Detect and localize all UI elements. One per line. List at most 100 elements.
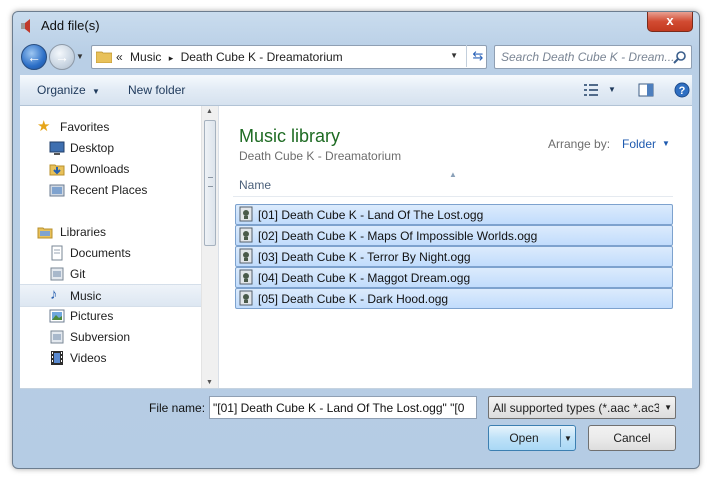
- svg-text:?: ?: [679, 85, 686, 97]
- preview-pane-icon[interactable]: [638, 82, 654, 98]
- view-dropdown-icon[interactable]: ▼: [608, 85, 616, 94]
- file-name-input[interactable]: [210, 397, 476, 418]
- sidebar-item-pictures[interactable]: Pictures: [20, 305, 201, 326]
- grip-icon: [208, 177, 213, 187]
- file-type-select[interactable]: All supported types (*.aac *.ac3 ▼: [488, 396, 676, 419]
- search-input[interactable]: Search Death Cube K - Dream...: [501, 50, 674, 64]
- downloads-icon: [49, 164, 65, 176]
- folder-icon: [96, 51, 112, 63]
- sidebar-item-label: Music: [70, 289, 102, 303]
- speaker-icon: [21, 19, 30, 33]
- list-item[interactable]: [03] Death Cube K - Terror By Night.ogg: [235, 246, 673, 267]
- audio-file-icon: [239, 206, 253, 222]
- list-item[interactable]: [05] Death Cube K - Dark Hood.ogg: [235, 288, 673, 309]
- column-header-name[interactable]: Name: [239, 178, 271, 192]
- view-options-icon[interactable]: [583, 82, 599, 98]
- recent-places-icon: [49, 184, 65, 197]
- libraries-icon: [37, 227, 53, 239]
- sidebar-item-label: Git: [70, 267, 86, 281]
- sidebar-item-git[interactable]: Git: [20, 263, 201, 284]
- file-name: [02] Death Cube K - Maps Of Impossible W…: [258, 229, 538, 243]
- address-bar[interactable]: « Music ▸ Death Cube K - Dreamatorium ▼: [91, 45, 487, 69]
- open-button[interactable]: Open ▼: [488, 425, 576, 451]
- sidebar-item-label: Recent Places: [70, 183, 148, 197]
- back-button[interactable]: ←: [21, 44, 47, 70]
- title-bar: Add file(s) x: [13, 12, 699, 40]
- git-icon: [50, 267, 64, 281]
- list-item[interactable]: [02] Death Cube K - Maps Of Impossible W…: [235, 225, 673, 246]
- sidebar-item-label: Videos: [70, 351, 107, 365]
- file-type-value: All supported types (*.aac *.ac3: [493, 401, 659, 415]
- recent-locations-dropdown-icon[interactable]: ▼: [76, 52, 84, 61]
- address-dropdown-icon[interactable]: ▼: [450, 51, 458, 60]
- window-title: Add file(s): [41, 18, 100, 33]
- audio-file-icon: [239, 248, 253, 264]
- chevron-down-icon: ▼: [664, 403, 672, 412]
- sidebar-item-subversion[interactable]: Subversion: [20, 326, 201, 347]
- library-subtitle: Death Cube K - Dreamatorium: [239, 149, 402, 163]
- audio-file-icon: [239, 290, 253, 306]
- breadcrumb-overflow[interactable]: «: [116, 50, 123, 64]
- library-title: Music library: [239, 126, 341, 146]
- sidebar-item-documents[interactable]: Documents: [20, 242, 201, 263]
- scrollbar-thumb[interactable]: [204, 120, 216, 246]
- navigation-scrollbar[interactable]: ▲ ▼: [201, 106, 219, 388]
- file-list-pane: Music library Death Cube K - Dreamatoriu…: [219, 106, 692, 388]
- sidebar-item-desktop[interactable]: Desktop: [20, 137, 201, 158]
- sidebar-item-label: Desktop: [70, 141, 115, 155]
- sidebar-item-downloads[interactable]: Downloads: [20, 158, 201, 179]
- file-name: [05] Death Cube K - Dark Hood.ogg: [258, 292, 449, 306]
- open-button-label: Open: [509, 431, 539, 445]
- arrange-by-label: Arrange by:: [548, 137, 611, 151]
- organize-button[interactable]: Organize ▼: [37, 83, 100, 97]
- sidebar-item-label: Downloads: [70, 162, 130, 176]
- desktop-icon: [49, 141, 65, 155]
- sidebar-item-libraries[interactable]: Libraries: [20, 221, 201, 242]
- forward-arrow-icon: →: [55, 49, 69, 65]
- breadcrumb: « Music ▸ Death Cube K - Dreamatorium: [116, 50, 347, 64]
- open-dropdown-icon[interactable]: ▼: [564, 434, 572, 443]
- scroll-down-icon[interactable]: ▼: [206, 379, 213, 386]
- breadcrumb-music[interactable]: Music: [130, 50, 161, 64]
- search-box[interactable]: Search Death Cube K - Dream...: [494, 45, 692, 69]
- help-icon[interactable]: ?: [674, 82, 690, 98]
- new-folder-button[interactable]: New folder: [128, 83, 185, 97]
- refresh-icon: ⇆: [472, 48, 484, 63]
- audio-file-icon: [239, 227, 253, 243]
- sidebar-item-recent-places[interactable]: Recent Places: [20, 179, 201, 200]
- sort-ascending-icon: ▲: [449, 170, 457, 179]
- sidebar-item-label: Libraries: [60, 225, 107, 239]
- search-icon[interactable]: [673, 50, 687, 64]
- file-name: [01] Death Cube K - Land Of The Lost.ogg: [258, 208, 484, 222]
- chevron-down-icon[interactable]: ▼: [662, 139, 670, 148]
- forward-button[interactable]: →: [49, 44, 75, 70]
- file-name: [04] Death Cube K - Maggot Dream.ogg: [258, 271, 471, 285]
- sidebar-item-label: Subversion: [70, 330, 131, 344]
- chevron-down-icon: ▼: [92, 87, 100, 96]
- content-area: ★ Favorites Desktop Downloads Recent Pla…: [20, 106, 692, 389]
- navigation-bar: ← → ▼ « Music ▸ Death Cube K - Dreamator…: [13, 42, 699, 72]
- sidebar-item-music[interactable]: ♪ Music: [20, 284, 201, 307]
- sidebar-item-label: Documents: [70, 246, 131, 260]
- file-name-field[interactable]: [209, 396, 477, 419]
- videos-icon: [51, 351, 63, 365]
- arrange-by-dropdown[interactable]: Folder: [622, 137, 656, 151]
- list-item[interactable]: [04] Death Cube K - Maggot Dream.ogg: [235, 267, 673, 288]
- sidebar-item-videos[interactable]: Videos: [20, 347, 201, 368]
- sidebar-item-favorites[interactable]: ★ Favorites: [20, 116, 201, 137]
- cancel-button[interactable]: Cancel: [588, 425, 676, 451]
- music-note-icon: ♪: [50, 286, 58, 303]
- subversion-icon: [50, 330, 64, 344]
- breadcrumb-separator[interactable]: ▸: [169, 53, 174, 63]
- sidebar-item-label: Pictures: [70, 309, 114, 323]
- documents-icon: [51, 245, 63, 261]
- refresh-button[interactable]: ⇆: [466, 45, 489, 67]
- close-button[interactable]: x: [647, 12, 693, 32]
- breadcrumb-album[interactable]: Death Cube K - Dreamatorium: [181, 50, 343, 64]
- pictures-icon: [49, 309, 65, 323]
- file-name: [03] Death Cube K - Terror By Night.ogg: [258, 250, 471, 264]
- scroll-up-icon[interactable]: ▲: [206, 108, 213, 115]
- file-name-label: File name:: [149, 401, 206, 415]
- navigation-pane: ★ Favorites Desktop Downloads Recent Pla…: [20, 106, 201, 388]
- list-item[interactable]: [01] Death Cube K - Land Of The Lost.ogg: [235, 204, 673, 225]
